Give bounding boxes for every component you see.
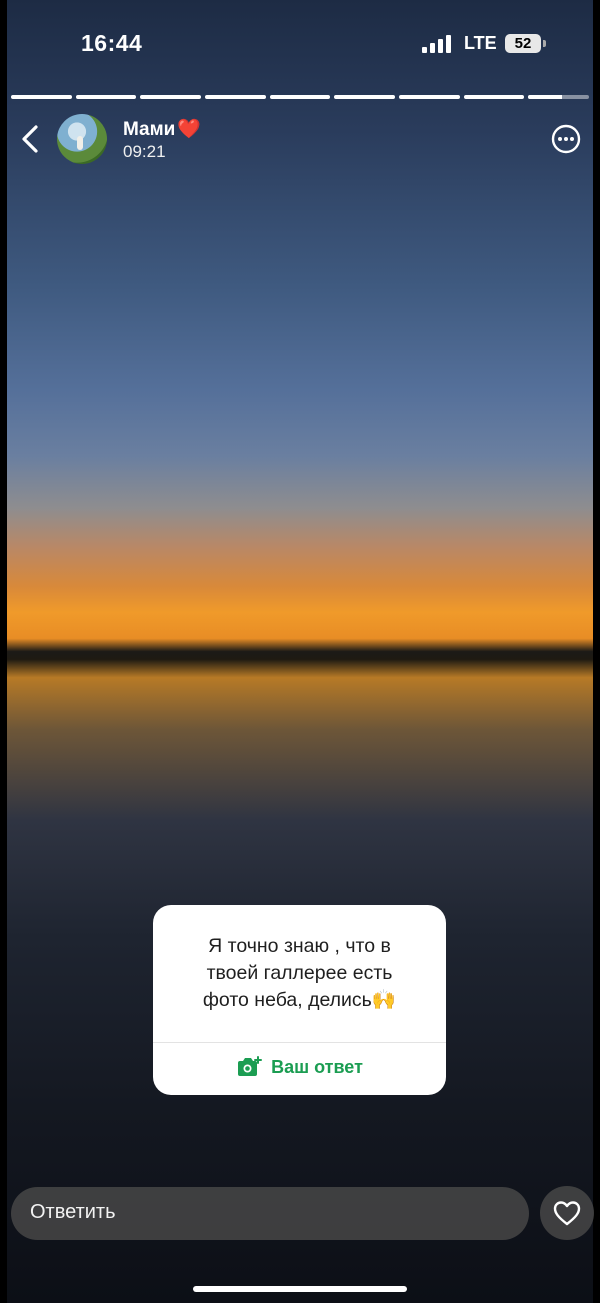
story-progress-bar <box>11 95 589 99</box>
question-line-3: фото неба, делись🙌 <box>202 989 397 1011</box>
answer-button[interactable]: Ваш ответ <box>153 1056 446 1082</box>
status-time: 16:44 <box>81 30 143 56</box>
story-progress-segment <box>140 95 201 99</box>
user-name-text: Мами <box>123 119 176 140</box>
answer-label: Ваш ответ <box>271 1056 363 1077</box>
story-progress-segment <box>75 95 137 99</box>
story-progress-fill <box>75 95 137 99</box>
reply-placeholder: Ответить <box>30 1201 116 1223</box>
story-progress-fill <box>205 95 266 99</box>
sticker-divider <box>153 1042 446 1043</box>
story-progress-segment <box>399 95 460 99</box>
question-line-1: Я точно знаю , что в <box>208 935 391 957</box>
story-progress-fill <box>140 95 201 99</box>
chevron-left-icon[interactable] <box>18 124 42 154</box>
story-user-name[interactable]: Мами ❤️ <box>123 117 201 141</box>
network-type: LTE <box>464 33 497 53</box>
cellular-signal-icon <box>422 35 454 53</box>
red-heart-emoji: ❤️ <box>177 119 202 140</box>
story-progress-segment <box>205 95 266 99</box>
home-indicator[interactable] <box>193 1286 407 1292</box>
status-bar: 16:44 LTE 52 <box>0 0 600 88</box>
story-progress-segment <box>269 95 331 99</box>
like-button[interactable] <box>540 1186 594 1240</box>
story-progress-fill <box>399 95 460 99</box>
avatar[interactable] <box>57 114 107 164</box>
question-sticker[interactable]: Я точно знаю , что в твоей галлерее есть… <box>153 905 446 1095</box>
question-line-2: твоей галлерее есть <box>206 962 393 984</box>
story-progress-fill <box>528 95 562 99</box>
story-time-posted: 09:21 <box>123 142 166 161</box>
heart-outline-icon <box>553 1201 581 1226</box>
story-progress-fill <box>334 95 395 99</box>
story-progress-segment <box>528 95 589 99</box>
reply-input[interactable]: Ответить <box>11 1187 529 1240</box>
story-progress-segment <box>334 95 395 99</box>
ellipsis-circle-icon[interactable] <box>551 124 581 154</box>
story-progress-segment <box>11 95 72 99</box>
question-text: Я точно знаю , что в твоей галлерее есть… <box>173 933 426 1014</box>
story-progress-fill <box>11 95 72 99</box>
battery-tip <box>543 40 546 47</box>
camera-plus-icon <box>238 1056 263 1076</box>
story-photo-sunset <box>7 0 593 1303</box>
battery-icon: 52 <box>505 34 541 53</box>
story-progress-fill <box>463 95 525 99</box>
story-progress-segment <box>463 95 525 99</box>
story-progress-fill <box>269 95 331 99</box>
